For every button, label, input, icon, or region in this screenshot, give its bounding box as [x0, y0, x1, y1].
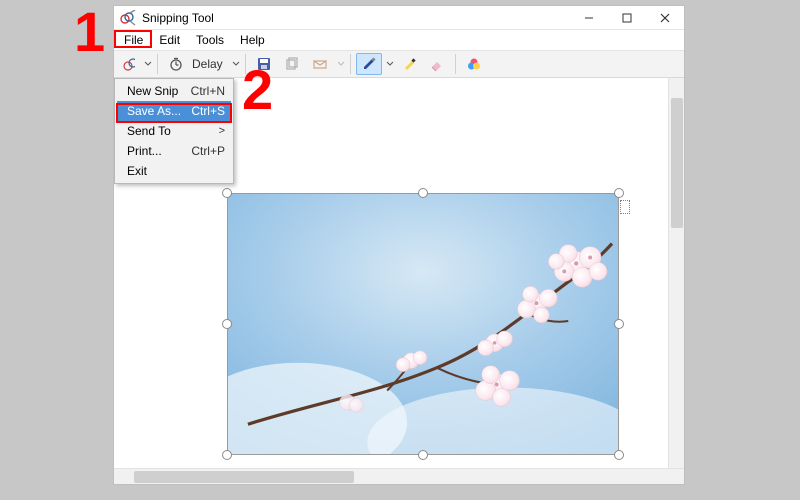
- snipping-tool-window: Snipping Tool File Edit Tools Help: [113, 5, 685, 485]
- resize-handle-bottom-left[interactable]: [222, 450, 232, 460]
- horizontal-scrollbar[interactable]: [114, 468, 684, 484]
- menu-item-new-snip[interactable]: New Snip Ctrl+N: [117, 81, 231, 101]
- minimize-button[interactable]: [570, 6, 608, 30]
- save-button[interactable]: [251, 53, 277, 75]
- menu-item-label: Exit: [127, 164, 225, 178]
- menu-item-exit[interactable]: Exit: [117, 161, 231, 181]
- title-bar: Snipping Tool: [114, 6, 684, 30]
- maximize-button[interactable]: [608, 6, 646, 30]
- toolbar: Delay: [114, 50, 684, 78]
- toolbar-separator: [455, 54, 456, 74]
- chevron-down-icon[interactable]: [337, 60, 345, 68]
- eraser-button[interactable]: [424, 53, 450, 75]
- resize-handle-bottom-middle[interactable]: [418, 450, 428, 460]
- toolbar-separator: [350, 54, 351, 74]
- resize-handle-top-middle[interactable]: [418, 188, 428, 198]
- menu-file[interactable]: File: [116, 30, 151, 50]
- toolbar-separator: [245, 54, 246, 74]
- resize-handle-bottom-right[interactable]: [614, 450, 624, 460]
- toolbar-separator: [157, 54, 158, 74]
- chevron-down-icon[interactable]: [144, 60, 152, 68]
- window-controls: [570, 6, 684, 30]
- menu-item-send-to[interactable]: Send To >: [117, 121, 231, 141]
- menu-item-shortcut: Ctrl+N: [191, 84, 225, 98]
- vertical-scrollbar[interactable]: [668, 78, 684, 468]
- menu-item-label: Print...: [127, 144, 191, 158]
- menu-tools[interactable]: Tools: [188, 30, 232, 50]
- send-button[interactable]: [307, 53, 333, 75]
- canvas-area: New Snip Ctrl+N Save As... Ctrl+S Send T…: [114, 78, 684, 484]
- copy-button[interactable]: [279, 53, 305, 75]
- chevron-down-icon[interactable]: [386, 60, 394, 68]
- highlighter-button[interactable]: [396, 53, 422, 75]
- menu-item-label: Save As...: [127, 104, 191, 118]
- delay-label[interactable]: Delay: [191, 53, 228, 75]
- window-title: Snipping Tool: [142, 11, 570, 25]
- new-snip-button[interactable]: [118, 53, 140, 75]
- menu-edit[interactable]: Edit: [151, 30, 188, 50]
- paint3d-button[interactable]: [461, 53, 487, 75]
- resize-handle-middle-left[interactable]: [222, 319, 232, 329]
- chevron-down-icon[interactable]: [232, 60, 240, 68]
- menu-item-label: New Snip: [127, 84, 191, 98]
- menu-item-shortcut: Ctrl+S: [191, 104, 225, 118]
- horizontal-scrollbar-thumb[interactable]: [134, 471, 354, 483]
- close-button[interactable]: [646, 6, 684, 30]
- menu-item-print[interactable]: Print... Ctrl+P: [117, 141, 231, 161]
- snip-image: [227, 193, 619, 455]
- menu-item-save-as[interactable]: Save As... Ctrl+S: [117, 101, 231, 121]
- menu-bar: File Edit Tools Help: [114, 30, 684, 50]
- annotation-number-1: 1: [74, 4, 105, 60]
- menu-item-label: Send To: [127, 124, 219, 138]
- menu-item-shortcut: Ctrl+P: [191, 144, 225, 158]
- resize-handle-middle-right[interactable]: [614, 319, 624, 329]
- file-dropdown-menu: New Snip Ctrl+N Save As... Ctrl+S Send T…: [114, 78, 234, 184]
- delay-icon[interactable]: [163, 53, 189, 75]
- pen-button[interactable]: [356, 53, 382, 75]
- resize-handle-top-right[interactable]: [614, 188, 624, 198]
- vertical-scrollbar-thumb[interactable]: [671, 98, 683, 228]
- submenu-arrow-icon: >: [219, 125, 225, 137]
- app-icon: [120, 10, 136, 26]
- menu-help[interactable]: Help: [232, 30, 273, 50]
- resize-handle-top-left[interactable]: [222, 188, 232, 198]
- snip-selection[interactable]: [222, 188, 624, 460]
- text-cursor-icon: [620, 200, 630, 214]
